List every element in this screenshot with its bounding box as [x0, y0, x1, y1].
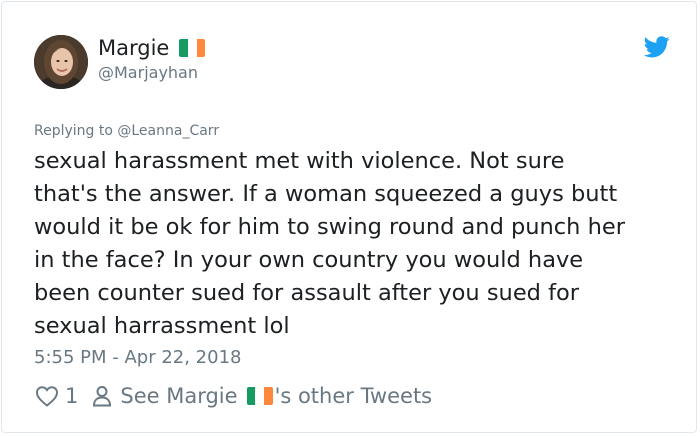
person-icon [93, 386, 112, 407]
see-other-tweets-prefix[interactable]: See Margie [120, 384, 237, 408]
see-other-tweets-suffix[interactable]: 's other Tweets [275, 384, 433, 408]
author-name-text[interactable]: Margie [98, 36, 169, 60]
avatar[interactable] [34, 35, 88, 89]
author-handle[interactable]: @Marjayhan [98, 63, 198, 83]
replying-to[interactable]: Replying to @Leanna_Carr [34, 122, 219, 140]
like-count[interactable]: 1 [65, 384, 78, 408]
tweet-card: Margie @Marjayhan Replying to @Leanna_Ca… [1, 1, 697, 433]
heart-icon[interactable] [35, 385, 59, 407]
ireland-flag-icon [246, 387, 273, 405]
twitter-bird-icon[interactable] [644, 36, 670, 58]
tweet-actions: 1 See Margie 's other Tweets [35, 382, 432, 410]
tweet-timestamp[interactable]: 5:55 PM - Apr 22, 2018 [34, 346, 241, 370]
see-other-tweets-link[interactable]: See Margie [120, 384, 237, 408]
tweet-text: sexual harassment met with violence. Not… [34, 148, 625, 339]
author-name[interactable]: Margie [98, 36, 206, 60]
avatar-photo [34, 35, 88, 89]
ireland-flag-icon [179, 39, 206, 57]
